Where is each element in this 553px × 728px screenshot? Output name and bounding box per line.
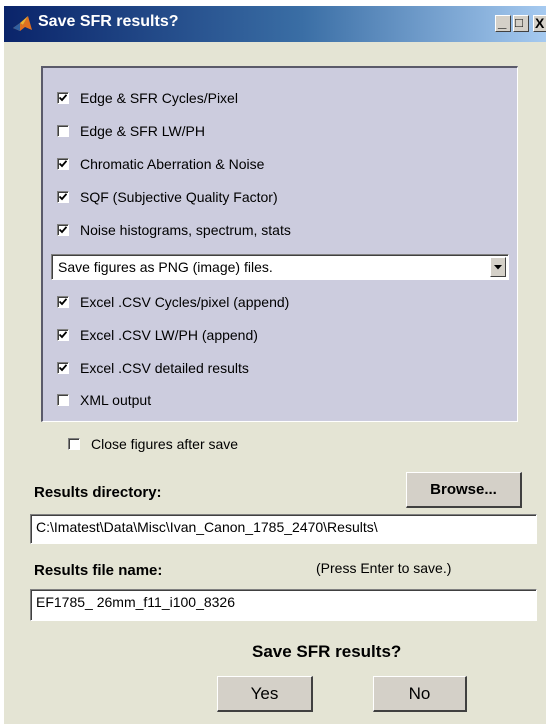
maximize-button[interactable]: □ — [513, 15, 529, 32]
save-sfr-dialog: Save SFR results? _ □ X Edge & SFR Cycle… — [4, 6, 546, 724]
results-directory-input[interactable]: C:\Imatest\Data\Misc\Ivan_Canon_1785_247… — [30, 514, 537, 544]
option-label: SQF (Subjective Quality Factor) — [80, 189, 278, 205]
yes-button-label: Yes — [250, 683, 279, 703]
results-file-name-value: EF1785_ 26mm_f11_i100_8326 — [36, 594, 236, 610]
check-icon — [59, 160, 67, 168]
check-icon — [59, 226, 67, 234]
checkbox[interactable] — [57, 362, 69, 374]
results-file-name-label: Results file name: — [34, 562, 163, 579]
option-excel-lw-ph[interactable]: Excel .CSV LW/PH (append) — [57, 325, 258, 345]
option-close-figures[interactable]: Close figures after save — [68, 434, 238, 454]
option-excel-detailed[interactable]: Excel .CSV detailed results — [57, 358, 249, 378]
figure-format-value: Save figures as PNG (image) files. — [58, 259, 273, 275]
browse-button[interactable]: Browse... — [406, 472, 522, 508]
figure-format-select[interactable]: Save figures as PNG (image) files. — [51, 254, 509, 280]
checkbox[interactable] — [57, 296, 69, 308]
option-label: Excel .CSV detailed results — [80, 360, 249, 376]
dropdown-arrow-button[interactable] — [490, 257, 506, 277]
option-label: Chromatic Aberration & Noise — [80, 156, 265, 172]
option-xml-output[interactable]: XML output — [57, 390, 151, 410]
check-icon — [59, 94, 67, 102]
title-bar[interactable]: Save SFR results? _ □ X — [4, 6, 546, 42]
option-chromatic-aberration[interactable]: Chromatic Aberration & Noise — [57, 154, 264, 174]
option-noise-histograms[interactable]: Noise histograms, spectrum, stats — [57, 220, 291, 240]
check-icon — [59, 331, 67, 339]
option-label: Excel .CSV LW/PH (append) — [80, 327, 258, 343]
yes-button[interactable]: Yes — [217, 676, 313, 712]
option-edge-sfr-cycles-pixel[interactable]: Edge & SFR Cycles/Pixel — [57, 88, 238, 108]
minimize-button[interactable]: _ — [495, 14, 511, 32]
minimize-icon: _ — [498, 14, 507, 31]
option-edge-sfr-lw-ph[interactable]: Edge & SFR LW/PH — [57, 121, 205, 141]
checkbox[interactable] — [57, 191, 69, 203]
chevron-down-icon — [494, 265, 502, 270]
checkbox[interactable] — [57, 158, 69, 170]
option-label: Edge & SFR Cycles/Pixel — [80, 90, 238, 106]
results-file-name-input[interactable]: EF1785_ 26mm_f11_i100_8326 — [30, 589, 537, 621]
matlab-icon — [12, 14, 34, 34]
results-directory-label: Results directory: — [34, 484, 162, 501]
close-button[interactable]: X — [533, 15, 546, 32]
option-sqf[interactable]: SQF (Subjective Quality Factor) — [57, 187, 278, 207]
check-icon — [59, 364, 67, 372]
browse-button-label: Browse... — [430, 481, 497, 498]
option-label: Close figures after save — [91, 436, 239, 452]
check-icon — [59, 298, 67, 306]
checkbox[interactable] — [57, 394, 69, 406]
checkbox[interactable] — [57, 329, 69, 341]
check-icon — [59, 193, 67, 201]
press-enter-hint: (Press Enter to save.) — [316, 560, 452, 576]
option-label: XML output — [80, 392, 152, 408]
option-label: Noise histograms, spectrum, stats — [80, 222, 291, 238]
checkbox[interactable] — [68, 438, 80, 450]
maximize-icon: □ — [515, 15, 523, 30]
no-button-label: No — [408, 683, 431, 703]
option-label: Edge & SFR LW/PH — [80, 123, 206, 139]
window-title: Save SFR results? — [38, 13, 179, 30]
options-panel: Edge & SFR Cycles/Pixel Edge & SFR LW/PH… — [41, 66, 518, 422]
results-directory-value: C:\Imatest\Data\Misc\Ivan_Canon_1785_247… — [36, 519, 378, 535]
no-button[interactable]: No — [373, 676, 467, 712]
option-label: Excel .CSV Cycles/pixel (append) — [80, 294, 290, 310]
checkbox[interactable] — [57, 224, 69, 236]
option-excel-cycles-pixel[interactable]: Excel .CSV Cycles/pixel (append) — [57, 292, 289, 312]
checkbox[interactable] — [57, 125, 69, 137]
checkbox[interactable] — [57, 92, 69, 104]
close-icon: X — [535, 15, 545, 31]
save-prompt: Save SFR results? — [252, 642, 402, 661]
